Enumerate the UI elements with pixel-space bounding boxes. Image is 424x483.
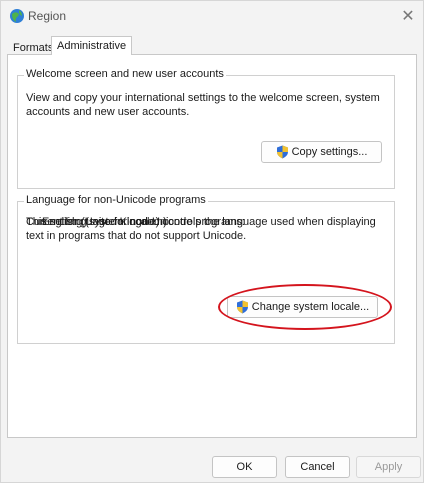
- region-globe-icon: [10, 9, 24, 23]
- close-icon: ✕: [401, 8, 415, 25]
- non-unicode-group-label: Language for non-Unicode programs: [24, 194, 208, 206]
- region-dialog: Region ✕ Formats Administrative Welcome …: [0, 0, 424, 483]
- ok-button[interactable]: OK: [212, 456, 277, 478]
- welcome-group-description: View and copy your international setting…: [26, 92, 380, 118]
- window-title: Region: [28, 9, 67, 23]
- title-bar: Region ✕: [1, 1, 423, 31]
- uac-shield-icon: [236, 300, 248, 314]
- current-language-value: English (United Kingdom): [42, 216, 167, 228]
- close-button[interactable]: ✕: [393, 1, 423, 31]
- administrative-panel: Welcome screen and new user accounts Vie…: [7, 54, 417, 438]
- welcome-group-label: Welcome screen and new user accounts: [24, 68, 226, 80]
- copy-settings-label: Copy settings...: [291, 146, 368, 158]
- copy-settings-button[interactable]: Copy settings...: [261, 141, 382, 163]
- change-system-locale-button[interactable]: Change system locale...: [227, 296, 378, 318]
- tab-administrative[interactable]: Administrative: [51, 36, 133, 55]
- cancel-button[interactable]: Cancel: [285, 456, 350, 478]
- change-system-locale-label: Change system locale...: [251, 301, 370, 313]
- uac-shield-icon: [276, 145, 288, 159]
- welcome-screen-group: Welcome screen and new user accounts Vie…: [17, 68, 395, 189]
- non-unicode-group: Language for non-Unicode programs This s…: [17, 194, 395, 344]
- apply-button[interactable]: Apply: [356, 456, 421, 478]
